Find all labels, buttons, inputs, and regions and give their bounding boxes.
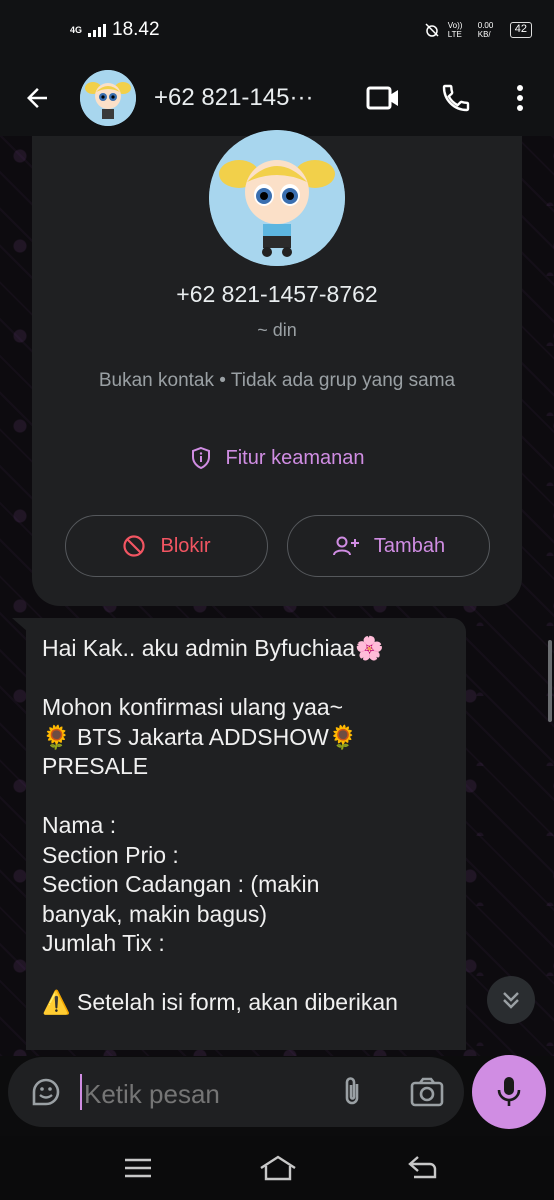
message-input[interactable] [84,1079,314,1110]
message-text: Hai Kak.. aku admin Byfuchiaa🌸 Mohon kon… [42,635,398,1015]
attach-icon[interactable] [338,1074,366,1110]
home-icon[interactable] [258,1154,298,1182]
volte-indicator: Vo)) LTE [447,21,463,39]
block-label: Blokir [160,534,211,557]
add-contact-label: Tambah [373,534,446,557]
double-chevron-down-icon [503,992,519,1009]
network-type: 4G [70,24,83,35]
block-icon [123,535,146,557]
battery-icon: 42 [509,22,532,38]
security-features-label: Fitur keamanan [225,446,365,469]
back-arrow-icon[interactable] [22,83,52,113]
chat-scrollbar[interactable] [548,640,552,722]
voice-message-button[interactable] [472,1055,546,1129]
contact-info-card: +62 821-1457-8762 ~ din Bukan kontak • T… [32,130,522,606]
contact-push-name: ~ din [257,320,297,340]
add-person-icon [332,536,359,556]
scroll-to-bottom-button[interactable] [487,976,535,1024]
contact-avatar-large[interactable] [209,130,345,266]
contact-avatar[interactable] [80,70,136,126]
net-speed: 0.00 KB/ [477,21,494,39]
contact-phone-number: +62 821-1457-8762 [176,281,378,307]
contact-status-info: Bukan kontak • Tidak ada grup yang sama [98,370,456,391]
more-vert-icon[interactable] [510,78,530,118]
chat-title[interactable]: +62 821-145··· [154,84,334,112]
clock: 18.42 [112,19,160,40]
camera-icon[interactable] [410,1077,444,1107]
sticker-icon[interactable] [30,1076,62,1108]
security-features-link[interactable]: Fitur keamanan [32,446,522,470]
chat-header: +62 821-145··· [0,60,554,136]
status-bar: 4G 18.42 Vo)) LTE 0.00 KB/ 42 [0,0,554,60]
block-button[interactable]: Blokir [65,515,268,577]
video-call-icon[interactable] [366,78,400,118]
phone-icon[interactable] [440,78,472,118]
shield-info-icon [191,446,210,470]
alarm-off-icon [425,23,439,37]
microphone-icon [497,1077,521,1106]
back-nav-icon[interactable] [406,1154,438,1182]
text-caret [80,1074,82,1110]
menu-icon[interactable] [122,1154,154,1182]
incoming-message-bubble[interactable]: Hai Kak.. aku admin Byfuchiaa🌸 Mohon kon… [26,618,466,1050]
system-nav-bar [0,1136,554,1200]
signal-icon [88,23,107,37]
add-contact-button[interactable]: Tambah [287,515,490,577]
